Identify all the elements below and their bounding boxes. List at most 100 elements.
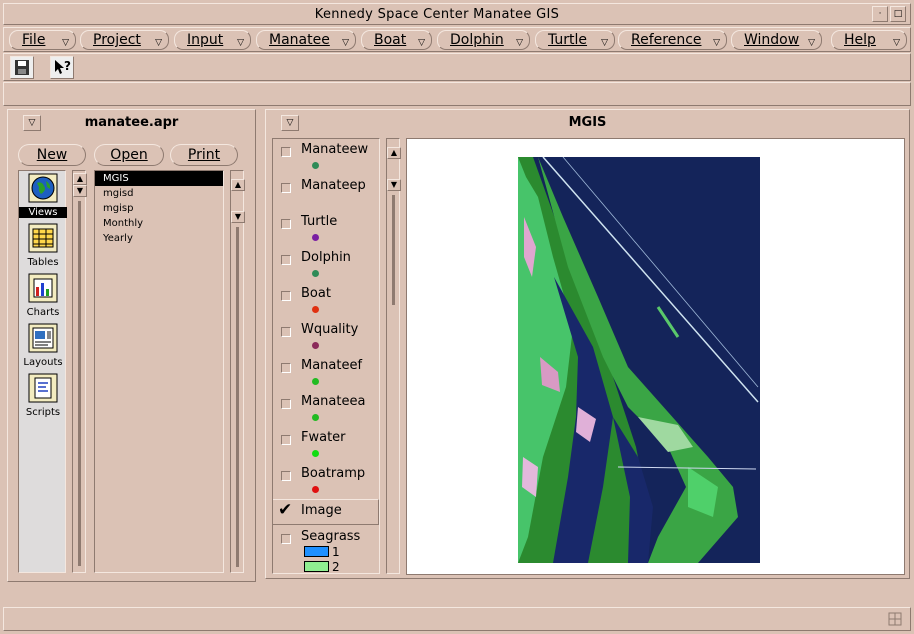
theme-manateew[interactable]: Manateew	[273, 139, 379, 175]
title-bar: Kennedy Space Center Manatee GIS · □	[3, 3, 911, 25]
theme-boatramp[interactable]: Boatramp	[273, 463, 379, 499]
context-help-button[interactable]: ?	[50, 56, 74, 79]
theme-checkbox[interactable]	[281, 435, 291, 445]
project-window: ▽ manatee.apr New Open Print Views Table…	[7, 109, 256, 582]
menu-manatee[interactable]: Manatee ▽	[256, 30, 356, 50]
status-bar	[3, 607, 911, 631]
theme-checkbox[interactable]	[281, 147, 291, 157]
list-item[interactable]: Yearly	[95, 231, 223, 246]
doctype-charts[interactable]: Charts	[19, 271, 67, 321]
theme-name: Manateef	[301, 358, 363, 373]
toc-scrollbar[interactable]: ▲ ▼	[386, 138, 401, 574]
theme-checkbox[interactable]	[281, 471, 291, 481]
list-item[interactable]: MGIS	[95, 171, 223, 186]
doctype-views[interactable]: Views	[19, 171, 67, 221]
layout-icon	[28, 323, 58, 353]
view-title: MGIS	[568, 115, 607, 130]
theme-name: Turtle	[301, 214, 338, 229]
theme-turtle[interactable]: Turtle	[273, 211, 379, 247]
theme-checkbox[interactable]	[281, 291, 291, 301]
document-list-scrollbar[interactable]: ▲ ▼	[230, 170, 245, 573]
scroll-down-icon[interactable]: ▼	[73, 185, 87, 197]
theme-manateea[interactable]: Manateea	[273, 391, 379, 427]
satellite-image	[518, 157, 760, 563]
menu-file[interactable]: File ▽	[9, 30, 76, 50]
theme-seagrass[interactable]: Seagrass 1 2 3	[273, 526, 379, 574]
theme-checkbox[interactable]	[281, 183, 291, 193]
menu-label: Reference	[631, 32, 702, 48]
legend-label: 2	[332, 560, 340, 574]
new-button[interactable]: New	[18, 144, 86, 166]
theme-boat[interactable]: Boat	[273, 283, 379, 319]
scroll-down-icon[interactable]: ▼	[387, 179, 401, 191]
point-symbol	[312, 162, 319, 169]
doctype-scripts[interactable]: Scripts	[19, 371, 67, 421]
theme-manateep[interactable]: Manateep	[273, 175, 379, 211]
legend-label: 1	[332, 545, 340, 559]
point-symbol	[312, 414, 319, 421]
checkmark-icon[interactable]: ✔	[278, 500, 292, 520]
theme-image[interactable]: ✔ Image	[273, 499, 379, 525]
menu-label: Help	[844, 32, 876, 48]
map-display[interactable]	[406, 138, 905, 575]
menu-input[interactable]: Input ▽	[174, 30, 251, 50]
menu-boat[interactable]: Boat ▽	[361, 30, 432, 50]
print-button[interactable]: Print	[170, 144, 238, 166]
theme-wquality[interactable]: Wquality	[273, 319, 379, 355]
scroll-down-icon[interactable]: ▼	[231, 211, 245, 223]
menu-window[interactable]: Window ▽	[731, 30, 822, 50]
chevron-down-icon: ▽	[342, 38, 349, 48]
theme-name: Wquality	[301, 322, 359, 337]
chevron-down-icon: ▽	[808, 38, 815, 48]
theme-checkbox[interactable]	[281, 399, 291, 409]
toolbar: ?	[3, 53, 911, 81]
theme-dolphin[interactable]: Dolphin	[273, 247, 379, 283]
doctype-tables[interactable]: Tables	[19, 221, 67, 271]
new-label: New	[36, 147, 68, 163]
point-symbol	[312, 486, 319, 493]
chart-icon	[28, 273, 58, 303]
scroll-up-icon[interactable]: ▲	[231, 179, 245, 191]
theme-checkbox[interactable]	[281, 219, 291, 229]
scroll-up-icon[interactable]: ▲	[387, 147, 401, 159]
window-title: Kennedy Space Center Manatee GIS	[314, 7, 560, 22]
floppy-disk-icon	[15, 60, 29, 75]
chevron-down-icon: ▽	[516, 38, 523, 48]
chevron-down-icon: ▽	[62, 38, 69, 48]
scroll-thumb[interactable]	[392, 195, 395, 305]
theme-checkbox[interactable]	[281, 327, 291, 337]
list-item[interactable]: Monthly	[95, 216, 223, 231]
doctype-scrollbar[interactable]: ▲ ▼	[72, 170, 87, 573]
list-item[interactable]: mgisd	[95, 186, 223, 201]
menu-project[interactable]: Project ▽	[80, 30, 169, 50]
open-button[interactable]: Open	[94, 144, 164, 166]
theme-name: Boatramp	[301, 466, 366, 481]
theme-name: Manateew	[301, 142, 369, 157]
help-pointer-icon: ?	[55, 59, 71, 74]
theme-manateef[interactable]: Manateef	[273, 355, 379, 391]
theme-checkbox[interactable]	[281, 534, 291, 544]
theme-name: Manateea	[301, 394, 366, 409]
point-symbol	[312, 342, 319, 349]
chevron-down-icon: ▽	[893, 38, 900, 48]
menu-dolphin[interactable]: Dolphin ▽	[437, 30, 530, 50]
scroll-up-icon[interactable]: ▲	[73, 173, 87, 185]
menu-help[interactable]: Help ▽	[831, 30, 907, 50]
theme-name: Image	[301, 503, 342, 518]
project-title: manatee.apr	[84, 115, 179, 130]
theme-checkbox[interactable]	[281, 363, 291, 373]
menu-turtle[interactable]: Turtle ▽	[535, 30, 615, 50]
menu-reference[interactable]: Reference ▽	[618, 30, 727, 50]
maximize-icon[interactable]: □	[890, 6, 906, 22]
legend-swatch	[304, 561, 329, 572]
doctype-layouts[interactable]: Layouts	[19, 321, 67, 371]
chevron-down-icon: ▽	[713, 38, 720, 48]
theme-checkbox[interactable]	[281, 255, 291, 265]
save-button[interactable]	[10, 56, 34, 79]
theme-fwater[interactable]: Fwater	[273, 427, 379, 463]
minimize-icon[interactable]: ·	[872, 6, 888, 22]
resize-grip-icon[interactable]	[888, 612, 902, 626]
list-item[interactable]: mgisp	[95, 201, 223, 216]
theme-name: Fwater	[301, 430, 346, 445]
globe-icon	[28, 173, 58, 203]
